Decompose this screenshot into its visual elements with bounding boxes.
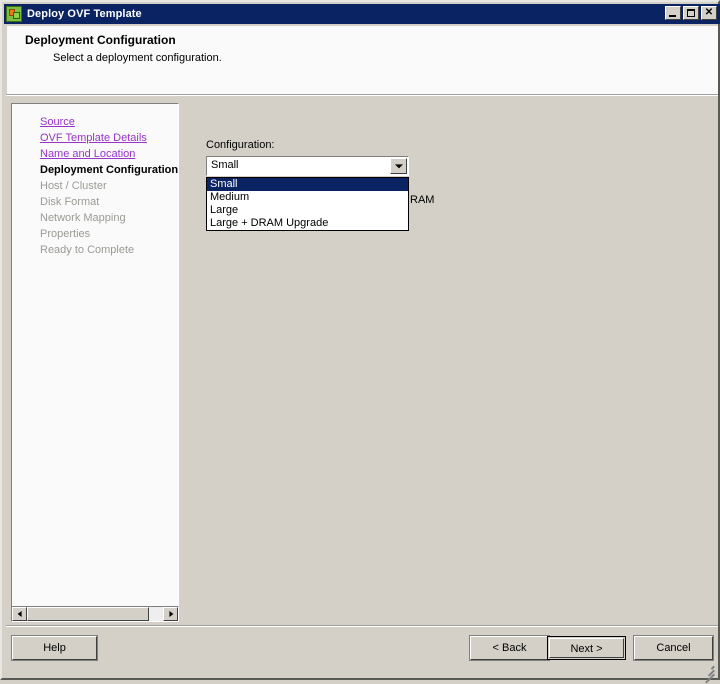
configuration-label: Configuration:	[206, 139, 275, 151]
dialog-body: Source OVF Template Details Name and Loc…	[6, 97, 718, 624]
minimize-icon	[669, 15, 676, 17]
scroll-left-button[interactable]	[12, 607, 27, 621]
dropdown-option-large[interactable]: Large	[207, 204, 408, 217]
scrollbar-track[interactable]	[27, 607, 163, 621]
wizard-header: Deployment Configuration Select a deploy…	[6, 26, 718, 94]
dropdown-option-medium[interactable]: Medium	[207, 191, 408, 204]
chevron-down-icon[interactable]	[390, 158, 407, 174]
chevron-down-glyph	[395, 164, 403, 168]
sidebar-item-name-and-location[interactable]: Name and Location	[12, 146, 178, 162]
window-controls: ✕	[665, 6, 717, 20]
sidebar-item-host-cluster: Host / Cluster	[12, 178, 178, 194]
close-icon: ✕	[702, 7, 716, 19]
help-button[interactable]: Help	[12, 636, 97, 660]
wizard-step-list: Source OVF Template Details Name and Loc…	[11, 103, 179, 608]
sidebar-item-ovf-template-details[interactable]: OVF Template Details	[12, 130, 178, 146]
sidebar-item-network-mapping: Network Mapping	[12, 210, 178, 226]
deploy-ovf-template-dialog: Deploy OVF Template ✕ Deployment Configu…	[0, 0, 720, 680]
configuration-combobox-value: Small	[211, 159, 239, 171]
arrow-left-icon	[17, 611, 21, 617]
page-subtitle: Select a deployment configuration.	[53, 52, 222, 64]
sidebar-item-deployment-configuration[interactable]: Deployment Configuration	[12, 162, 178, 178]
arrow-right-icon	[169, 611, 173, 617]
window-title: Deploy OVF Template	[27, 8, 142, 20]
resize-grip[interactable]	[701, 661, 715, 675]
next-button[interactable]: Next >	[547, 636, 626, 660]
close-button[interactable]: ✕	[701, 6, 717, 20]
partial-ram-text: RAM	[410, 194, 434, 206]
cancel-button[interactable]: Cancel	[634, 636, 713, 660]
back-button[interactable]: < Back	[470, 636, 549, 660]
scrollbar-thumb[interactable]	[27, 607, 149, 621]
icon-square-green	[13, 12, 20, 19]
dropdown-option-small[interactable]: Small	[207, 178, 408, 191]
scroll-right-button[interactable]	[163, 607, 178, 621]
sidebar-item-disk-format: Disk Format	[12, 194, 178, 210]
sidebar-horizontal-scrollbar[interactable]	[11, 606, 179, 622]
content-pane: Configuration: RAM Small Small Medium La…	[182, 97, 718, 624]
dropdown-option-large-dram-upgrade[interactable]: Large + DRAM Upgrade	[207, 217, 408, 230]
footer-divider-highlight	[6, 626, 718, 627]
next-button-label: Next >	[549, 638, 624, 658]
minimize-button[interactable]	[665, 6, 681, 20]
maximize-icon	[687, 9, 695, 17]
header-divider-highlight	[6, 95, 718, 96]
maximize-button[interactable]	[683, 6, 699, 20]
sidebar-item-source[interactable]: Source	[12, 114, 178, 130]
title-bar[interactable]: Deploy OVF Template ✕	[4, 4, 720, 24]
configuration-combobox[interactable]: Small	[206, 156, 409, 176]
wizard-step-items: Source OVF Template Details Name and Loc…	[12, 114, 178, 258]
ovf-template-icon	[6, 6, 22, 22]
configuration-dropdown-list[interactable]: Small Medium Large Large + DRAM Upgrade	[206, 177, 409, 231]
sidebar-item-properties: Properties	[12, 226, 178, 242]
page-title: Deployment Configuration	[25, 33, 176, 47]
sidebar-item-ready-to-complete: Ready to Complete	[12, 242, 178, 258]
